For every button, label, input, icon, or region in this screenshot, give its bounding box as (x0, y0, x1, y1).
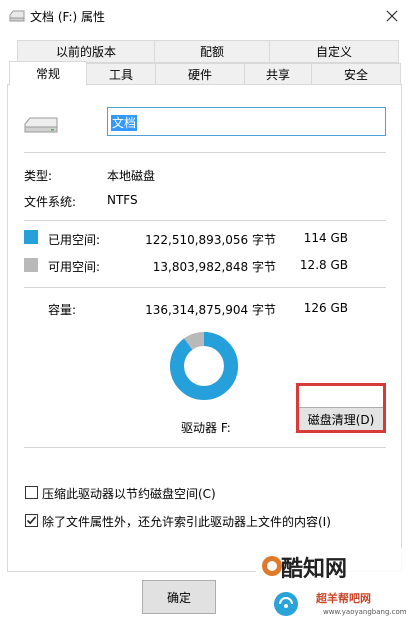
compress-drive-label: 压缩此驱动器以节约磁盘空间(C) (42, 487, 216, 501)
free-space-swatch (24, 258, 38, 272)
free-space-label: 可用空间: (48, 260, 101, 274)
tab-sharing[interactable]: 共享 (244, 63, 312, 85)
capacity-size: 126 GB (303, 301, 348, 315)
window-title: 文档 (F:) 属性 (30, 10, 106, 24)
divider (24, 287, 386, 288)
close-button[interactable] (381, 5, 403, 27)
type-value: 本地磁盘 (107, 169, 156, 183)
watermark-subtitle: 超羊帮吧网 (316, 592, 371, 605)
tab-tools[interactable]: 工具 (86, 63, 156, 85)
tab-quota[interactable]: 配额 (154, 40, 270, 63)
drive-letter-label: 驱动器 F: (181, 421, 231, 435)
watermark-title: 酷知网 (281, 557, 348, 582)
divider (24, 447, 386, 448)
donut-used-ring (170, 332, 238, 400)
filesystem-label: 文件系统: (24, 195, 77, 209)
free-space-bytes: 13,803,982,848 字节 (152, 260, 276, 274)
tab-strip: 以前的版本 配额 自定义 常规 工具 硬件 共享 安全 (0, 40, 411, 86)
type-label: 类型: (24, 169, 53, 183)
disk-usage-donut (170, 332, 238, 400)
divider (24, 220, 386, 221)
index-contents-checkbox[interactable] (25, 514, 38, 527)
tab-security[interactable]: 安全 (311, 63, 401, 85)
capacity-label: 容量: (48, 303, 77, 317)
drive-name-text: 文档 (111, 115, 138, 131)
tab-previous-versions[interactable]: 以前的版本 (17, 40, 155, 63)
free-space-size: 12.8 GB (299, 258, 348, 272)
drive-name-input[interactable]: 文档 (107, 107, 386, 136)
used-space-bytes: 122,510,893,056 字节 (145, 233, 276, 247)
divider (24, 152, 386, 153)
used-space-swatch (24, 230, 38, 244)
ok-button[interactable]: 确定 (142, 580, 216, 614)
tab-customize[interactable]: 自定义 (269, 40, 399, 63)
tab-general[interactable]: 常规 (9, 61, 87, 86)
capacity-bytes: 136,314,875,904 字节 (145, 303, 276, 317)
watermark-url: www.yaoyangbang.com (323, 608, 407, 616)
close-icon (386, 10, 398, 22)
filesystem-value: NTFS (107, 193, 138, 207)
disk-cleanup-button[interactable]: 磁盘清理(D) (298, 407, 384, 431)
disk-drive-icon (24, 117, 58, 133)
used-space-label: 已用空间: (48, 233, 101, 247)
used-space-size: 114 GB (303, 231, 348, 245)
tab-hardware[interactable]: 硬件 (155, 63, 245, 85)
index-contents-label: 除了文件属性外，还允许索引此驱动器上文件的内容(I) (42, 515, 331, 529)
title-bar: 文档 (F:) 属性 (0, 0, 411, 32)
compress-drive-checkbox[interactable] (25, 486, 38, 499)
drive-icon (9, 10, 25, 22)
